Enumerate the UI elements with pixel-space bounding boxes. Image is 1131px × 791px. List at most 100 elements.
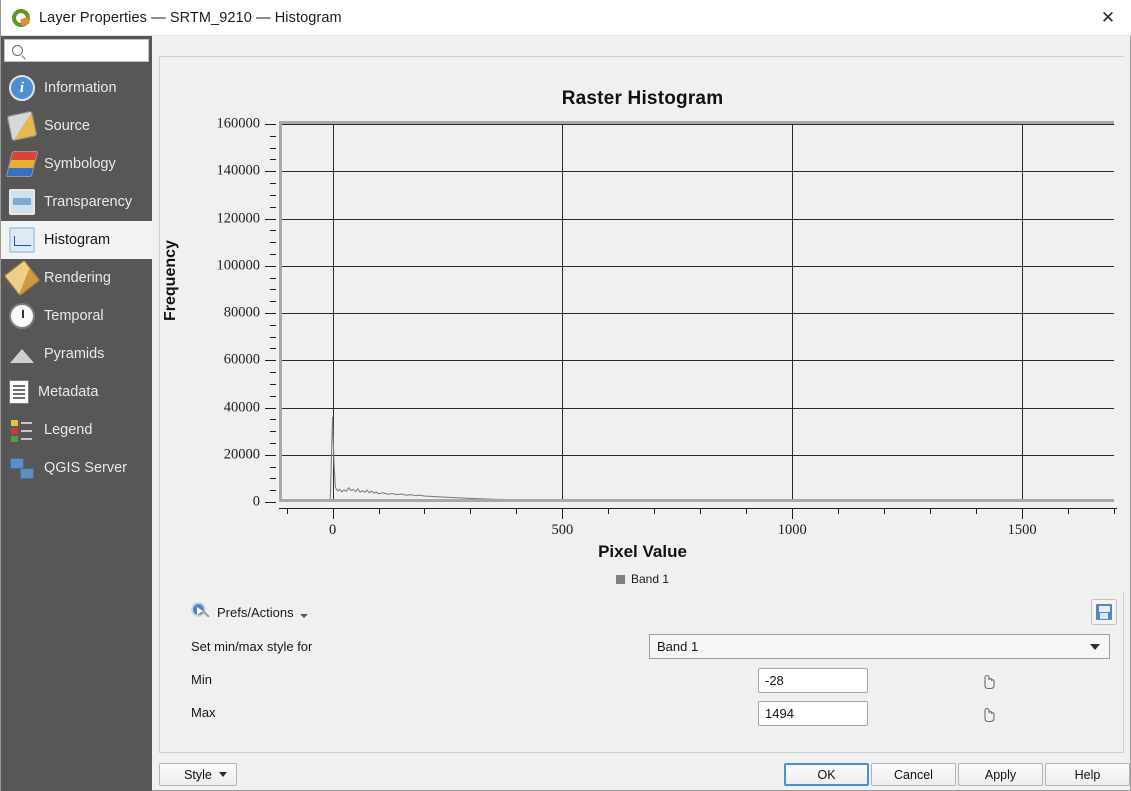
x-tick-minor — [516, 508, 518, 514]
legend-swatch — [615, 574, 625, 584]
sidebar-item-label: Symbology — [44, 155, 116, 172]
x-tick-minor — [838, 508, 840, 514]
sidebar-item-source[interactable]: Source — [1, 107, 152, 145]
y-tick-minor — [270, 466, 276, 468]
source-icon — [6, 110, 38, 142]
chevron-down-icon — [299, 613, 308, 618]
y-tick-minor — [270, 336, 276, 338]
y-tick-major — [265, 124, 276, 125]
x-tick-minor — [1114, 508, 1115, 514]
window-title: Layer Properties — SRTM_9210 — Histogram — [39, 9, 342, 26]
sidebar-item-rendering[interactable]: Rendering — [1, 259, 152, 297]
ok-button-label: OK — [817, 767, 836, 782]
raster-histogram-chart: Raster Histogram Frequency 0 20000 40000 60… — [160, 57, 1125, 592]
y-axis: Frequency 0 20000 40000 60000 80000 100000 120… — [160, 116, 279, 510]
y-tick-major — [265, 313, 276, 314]
sidebar-item-pyramids[interactable]: Pyramids — [1, 335, 152, 373]
help-button[interactable]: Help — [1045, 763, 1130, 786]
clock-icon — [9, 303, 35, 329]
sidebar-item-label: Temporal — [44, 307, 104, 324]
sidebar-nav: Information Source Symbology Transparency Hi… — [1, 69, 152, 487]
y-tick-minor — [270, 442, 276, 444]
y-tick-label: 0 — [252, 493, 260, 510]
x-tick-minor — [654, 508, 656, 514]
y-tick-label: 80000 — [223, 304, 260, 321]
sidebar-item-legend[interactable]: Legend — [1, 411, 152, 449]
x-tick-major — [792, 508, 794, 519]
legend-icon — [9, 417, 35, 443]
sidebar-item-label: Pyramids — [44, 345, 105, 362]
y-tick-minor — [270, 348, 276, 350]
histogram-series — [329, 416, 506, 499]
x-tick-minor — [930, 508, 932, 514]
sidebar-item-label: Metadata — [38, 383, 99, 400]
y-tick-label: 60000 — [223, 351, 260, 368]
y-tick-minor — [270, 372, 276, 374]
qgis-logo-icon — [12, 8, 30, 27]
sidebar-item-temporal[interactable]: Temporal — [1, 297, 152, 335]
sidebar-item-transparency[interactable]: Transparency — [1, 183, 152, 221]
transparency-icon — [9, 189, 35, 215]
sidebar-item-label: Legend — [44, 421, 93, 438]
style-button[interactable]: Style — [159, 763, 237, 786]
cancel-button-label: Cancel — [894, 767, 933, 782]
y-tick-minor — [270, 277, 276, 279]
save-histogram-button[interactable] — [1091, 599, 1117, 625]
y-tick-minor — [270, 301, 276, 303]
y-tick-minor — [270, 419, 276, 421]
sidebar-item-label: QGIS Server — [44, 459, 127, 476]
apply-button[interactable]: Apply — [958, 763, 1043, 786]
band-select[interactable]: Band 1 — [649, 634, 1110, 659]
search-box[interactable] — [4, 39, 186, 62]
minmax-style-label: Set min/max style for — [191, 639, 313, 654]
sidebar-item-histogram[interactable]: Histogram — [1, 221, 152, 259]
max-hand-pointer-icon[interactable] — [977, 703, 999, 725]
ok-button[interactable]: OK — [784, 763, 869, 786]
prefs-actions-icon — [191, 602, 211, 622]
y-tick-minor — [270, 383, 276, 385]
save-icon — [1096, 604, 1112, 620]
x-tick-label: 0 — [328, 522, 337, 538]
y-tick-label: 140000 — [216, 162, 261, 179]
sidebar-item-label: Source — [44, 117, 90, 134]
x-tick-major — [562, 508, 564, 519]
x-tick-minor — [700, 508, 702, 514]
y-tick-major — [265, 454, 276, 456]
y-tick-minor — [270, 135, 276, 137]
x-tick-minor — [286, 508, 288, 514]
cancel-button[interactable]: Cancel — [871, 763, 956, 786]
x-tick-label: 1500 — [1007, 522, 1037, 538]
histogram-icon — [9, 227, 35, 253]
min-hand-pointer-icon[interactable] — [977, 670, 999, 692]
layer-properties-dialog: Layer Properties — SRTM_9210 — Histogram… — [0, 0, 1131, 791]
style-button-label: Style — [184, 767, 212, 782]
x-tick-major — [332, 508, 334, 519]
sidebar-item-label: Information — [44, 79, 117, 96]
y-tick-label: 40000 — [223, 399, 260, 415]
chart-title: Raster Histogram — [561, 88, 724, 109]
main-panel: Raster Histogram Frequency 0 20000 40000 60… — [159, 56, 1125, 754]
plot-area — [279, 121, 1114, 502]
max-input[interactable] — [758, 701, 868, 726]
pyramids-icon — [9, 341, 35, 367]
y-tick-minor — [270, 147, 276, 149]
sidebar-item-metadata[interactable]: Metadata — [1, 373, 152, 411]
sidebar-item-symbology[interactable]: Symbology — [1, 145, 152, 183]
sidebar-item-information[interactable]: Information — [1, 69, 152, 107]
y-tick-minor — [270, 395, 276, 397]
x-tick-minor — [608, 508, 610, 514]
min-label: Min — [191, 672, 212, 687]
y-tick-major — [265, 171, 276, 173]
y-tick-minor — [270, 478, 276, 480]
prefs-actions-button[interactable]: Prefs/Actions — [191, 602, 308, 622]
y-tick-minor — [270, 194, 276, 196]
x-tick-minor — [378, 508, 380, 514]
title-bar: Layer Properties — SRTM_9210 — Histogram… — [1, 0, 1131, 36]
x-tick-minor — [470, 508, 472, 514]
min-input[interactable] — [758, 668, 868, 693]
y-tick-minor — [270, 431, 276, 433]
close-icon[interactable]: ✕ — [1084, 0, 1131, 36]
sidebar-item-qgis-server[interactable]: QGIS Server — [1, 449, 152, 487]
chevron-down-icon — [219, 772, 227, 777]
histogram-controls: Prefs/Actions Set min/max style for Band… — [160, 592, 1125, 754]
